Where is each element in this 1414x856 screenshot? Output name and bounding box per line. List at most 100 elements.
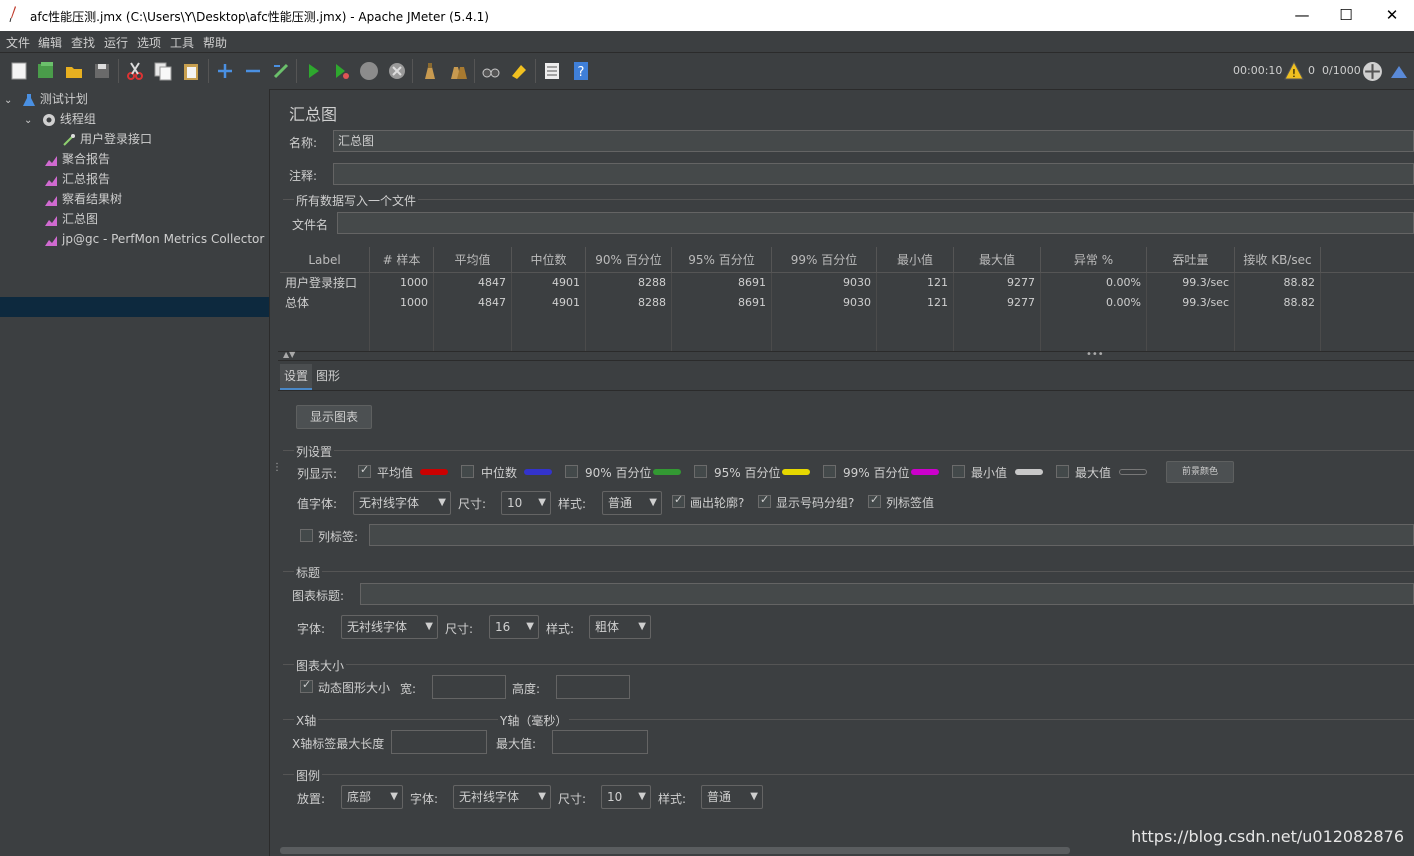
splitter-handle[interactable]: ⋮ (272, 463, 282, 481)
col-p90-color[interactable] (653, 469, 681, 475)
col-header-label[interactable]: Label (280, 247, 370, 273)
fg-color-button[interactable]: 前景颜色 (1166, 461, 1234, 483)
height-field[interactable] (556, 675, 630, 699)
col-avg-checkbox[interactable] (358, 463, 371, 478)
col-header-median[interactable]: 中位数 (512, 247, 586, 273)
col-header-received[interactable]: 接收 KB/sec (1235, 247, 1321, 273)
table-cell[interactable]: 1000 (370, 273, 434, 293)
col-p99-color[interactable] (911, 469, 939, 475)
col-max-checkbox[interactable] (1056, 465, 1069, 478)
legend-placement-select[interactable]: 底部 ▼ (341, 785, 403, 809)
menu-file[interactable]: 文件 (6, 34, 30, 51)
table-cell[interactable]: 88.82 (1235, 273, 1321, 293)
tree-item-thread-group[interactable]: ⌄ 线程组 (24, 109, 96, 129)
filename-field[interactable] (337, 212, 1414, 234)
y-max-field[interactable] (552, 730, 648, 754)
menu-edit[interactable]: 编辑 (38, 34, 62, 51)
split-divider[interactable] (278, 351, 1414, 361)
collapse-all-icon[interactable] (243, 61, 263, 81)
function-helper-icon[interactable] (542, 61, 562, 81)
cut-icon[interactable] (125, 61, 145, 81)
help-icon[interactable]: ? (571, 61, 591, 81)
table-cell[interactable]: 8288 (586, 273, 672, 293)
width-field[interactable] (432, 675, 506, 699)
comment-field[interactable] (333, 163, 1414, 185)
x-label-maxlen-field[interactable] (391, 730, 487, 754)
table-cell[interactable]: 121 (877, 293, 954, 313)
table-cell[interactable]: 4847 (434, 273, 512, 293)
col-header-max[interactable]: 最大值 (954, 247, 1041, 273)
col-max-color[interactable] (1119, 469, 1147, 475)
tree-item-sampler[interactable]: 用户登录接口 (62, 129, 152, 149)
col-header-p95[interactable]: 95% 百分位 (672, 247, 772, 273)
value-font-select[interactable]: 无衬线字体 ▼ (353, 491, 451, 515)
col-header-min[interactable]: 最小值 (877, 247, 954, 273)
col-p90-checkbox[interactable] (565, 465, 578, 478)
draw-outline-checkbox[interactable] (672, 493, 685, 508)
name-field[interactable]: 汇总图 (333, 130, 1414, 152)
table-cell[interactable]: 9030 (772, 273, 877, 293)
chevron-down-icon[interactable]: ⌄ (24, 111, 38, 131)
col-header-p99[interactable]: 99% 百分位 (772, 247, 877, 273)
col-median-checkbox[interactable] (461, 465, 474, 478)
col-p99-checkbox[interactable] (823, 465, 836, 478)
col-min-checkbox[interactable] (952, 465, 965, 478)
tree-item-summary-report[interactable]: 汇总报告 (44, 169, 110, 189)
dynamic-size-checkbox[interactable] (300, 678, 313, 693)
table-cell[interactable]: 8691 (672, 293, 772, 313)
tree-item-aggregate-report[interactable]: 聚合报告 (44, 149, 110, 169)
col-p95-color[interactable] (782, 469, 810, 475)
split-grip-icon[interactable]: ••• (1086, 349, 1104, 360)
col-label-checkbox[interactable] (300, 529, 313, 542)
col-header-average[interactable]: 平均值 (434, 247, 512, 273)
expand-all-icon[interactable] (215, 61, 235, 81)
chevron-down-icon[interactable]: ⌄ (4, 91, 18, 111)
legend-size-select[interactable]: 10 ▼ (601, 785, 651, 809)
reset-search-icon[interactable] (509, 61, 529, 81)
close-button[interactable]: ✕ (1372, 4, 1412, 26)
table-cell[interactable]: 9277 (954, 273, 1041, 293)
copy-icon[interactable] (153, 61, 173, 81)
stop-icon[interactable] (359, 61, 379, 81)
new-icon[interactable] (9, 61, 29, 81)
table-cell[interactable]: 8288 (586, 293, 672, 313)
col-header-throughput[interactable]: 吞吐量 (1147, 247, 1235, 273)
title-style-select[interactable]: 粗体 ▼ (589, 615, 651, 639)
maximize-button[interactable]: ☐ (1326, 4, 1366, 26)
title-font-select[interactable]: 无衬线字体 ▼ (341, 615, 438, 639)
title-size-select[interactable]: 16 ▼ (489, 615, 539, 639)
menu-options[interactable]: 选项 (137, 34, 161, 51)
table-cell[interactable]: 8691 (672, 273, 772, 293)
legend-font-select[interactable]: 无衬线字体 ▼ (453, 785, 551, 809)
table-cell[interactable]: 用户登录接口 (280, 273, 370, 293)
menu-run[interactable]: 运行 (104, 34, 128, 51)
value-size-select[interactable]: 10 ▼ (501, 491, 551, 515)
col-p95-checkbox[interactable] (694, 465, 707, 478)
split-arrows-icon[interactable]: ▲▼ (283, 350, 295, 359)
col-header-error[interactable]: 异常 % (1041, 247, 1147, 273)
col-label-value-checkbox[interactable] (868, 493, 881, 508)
chart-title-field[interactable] (360, 583, 1414, 605)
col-header-samples[interactable]: # 样本 (370, 247, 434, 273)
tree-item-perfmon[interactable]: jp@gc - PerfMon Metrics Collector (44, 229, 264, 249)
table-cell[interactable]: 121 (877, 273, 954, 293)
table-cell[interactable]: 99.3/sec (1147, 273, 1235, 293)
clear-all-icon[interactable] (448, 61, 468, 81)
tab-graph[interactable]: 图形 (312, 364, 344, 388)
menu-search[interactable]: 查找 (71, 34, 95, 51)
menu-help[interactable]: 帮助 (203, 34, 227, 51)
table-cell[interactable]: 9030 (772, 293, 877, 313)
col-avg-color[interactable] (420, 469, 448, 475)
table-cell[interactable]: 0.00% (1041, 293, 1147, 313)
horizontal-scrollbar[interactable] (280, 847, 1070, 854)
tab-settings[interactable]: 设置 (280, 364, 313, 390)
tree-item-summary-graph[interactable]: 汇总图 (44, 209, 98, 229)
table-cell[interactable]: 4901 (512, 273, 586, 293)
remote-engines-icon[interactable] (1362, 61, 1383, 82)
minimize-button[interactable]: — (1282, 4, 1322, 26)
value-style-select[interactable]: 普通 ▼ (602, 491, 662, 515)
start-icon[interactable] (303, 61, 323, 81)
table-cell[interactable]: 9277 (954, 293, 1041, 313)
tree-item-results-tree[interactable]: 察看结果树 (44, 189, 122, 209)
col-min-color[interactable] (1015, 469, 1043, 475)
